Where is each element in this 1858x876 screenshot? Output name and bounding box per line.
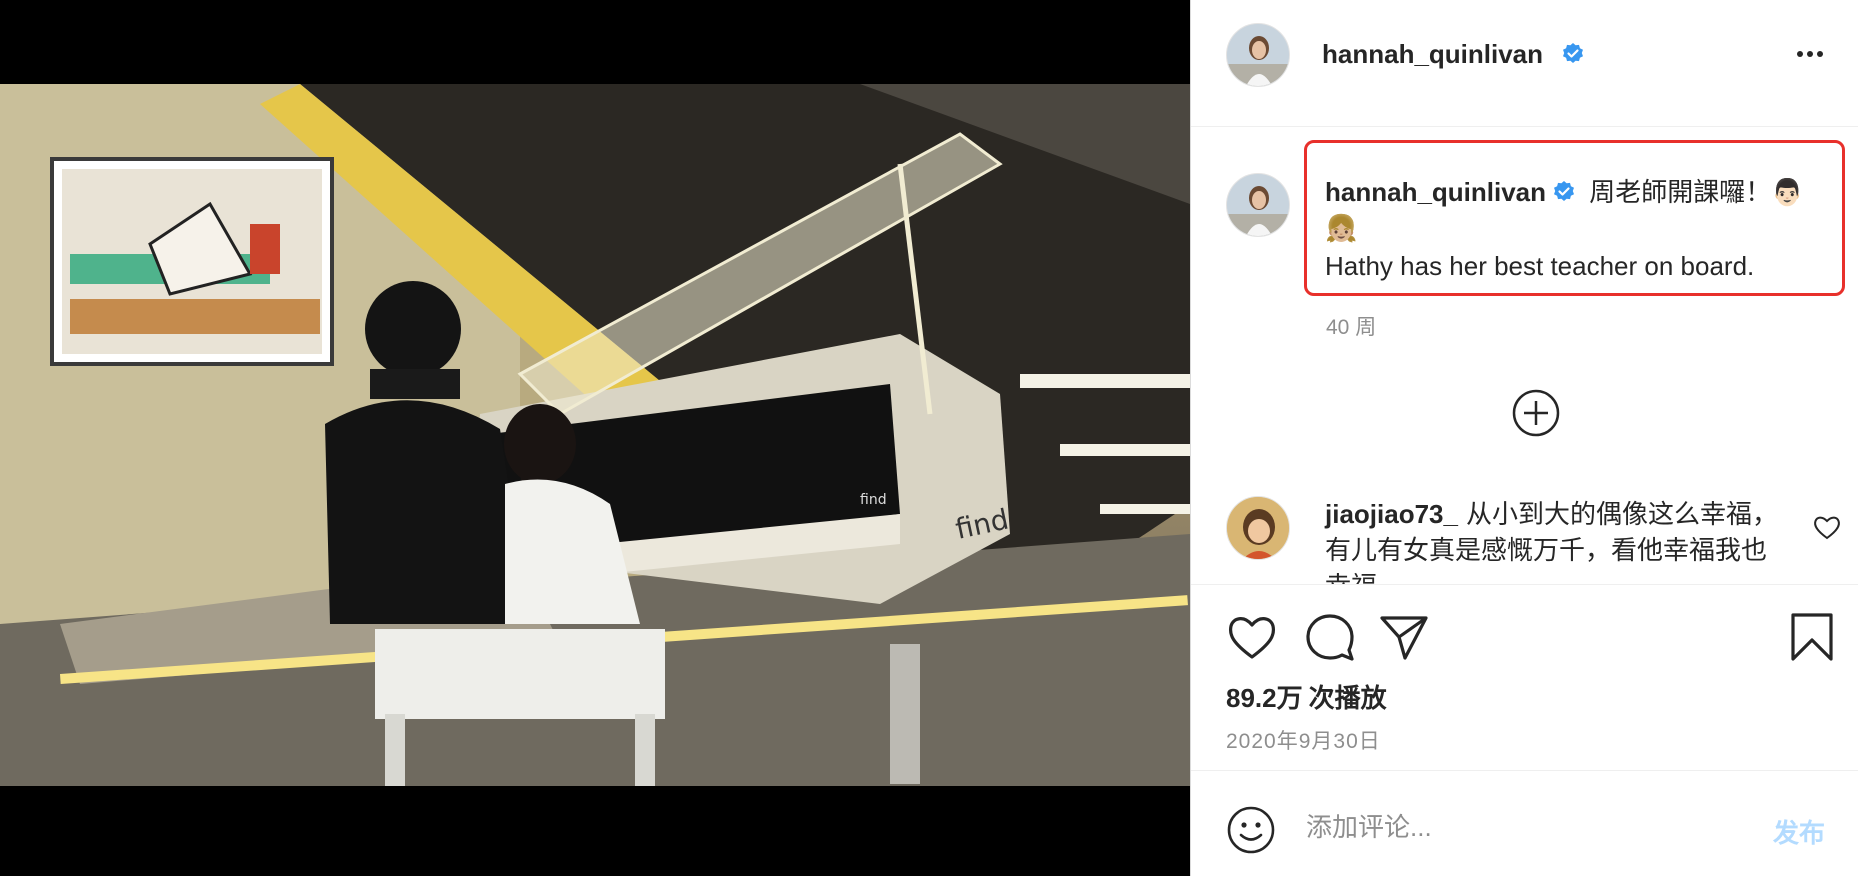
avatar-photo: [1227, 24, 1289, 86]
comments-section: hannah_quinlivan 周老師開課囉！👨🏻👧🏼 Hathy has h…: [1191, 128, 1858, 584]
view-count[interactable]: 89.2万 次播放: [1226, 678, 1387, 715]
post-caption: hannah_quinlivan 周老師開課囉！👨🏻👧🏼 Hathy has h…: [1325, 174, 1825, 284]
media-pane: find find: [0, 0, 1190, 876]
comment-button[interactable]: [1303, 611, 1357, 663]
share-button[interactable]: [1377, 611, 1431, 663]
verified-badge-icon: [1554, 181, 1575, 201]
caption-text-line2: Hathy has her best teacher on board.: [1325, 251, 1755, 281]
comment-like-button[interactable]: [1813, 514, 1841, 540]
share-icon: [1380, 616, 1428, 660]
view-count-unit: 次播放: [1308, 683, 1387, 713]
video-frame-illustration: find find: [0, 84, 1190, 786]
commenter-username[interactable]: jiaojiao73_: [1325, 499, 1458, 529]
more-options-icon: [1795, 51, 1825, 70]
avatar-photo: [1227, 497, 1289, 559]
caption-author-avatar[interactable]: [1226, 173, 1290, 237]
save-button[interactable]: [1785, 611, 1839, 663]
post-date[interactable]: 2020年9月30日: [1226, 725, 1381, 755]
like-button[interactable]: [1225, 611, 1279, 663]
load-more-comments-button[interactable]: [1511, 388, 1561, 438]
load-more-comments-icon: [1512, 389, 1560, 437]
more-options-button[interactable]: [1795, 42, 1835, 66]
commenter-avatar[interactable]: [1226, 496, 1290, 560]
heart-icon: [1228, 617, 1276, 659]
avatar-photo: [1227, 174, 1289, 236]
post-video[interactable]: find find: [0, 84, 1190, 786]
comment-body: jiaojiao73_ 从小到大的偶像这么幸福，有儿有女真是感慨万千，看他幸福我也…: [1325, 496, 1785, 584]
caption-username[interactable]: hannah_quinlivan: [1325, 177, 1546, 207]
post-comment-button[interactable]: 发布: [1773, 813, 1825, 850]
post-details-panel: hannah_quinlivan hannah_quinlivan 周老師開課囉…: [1190, 0, 1858, 876]
author-avatar[interactable]: [1226, 23, 1290, 87]
post-header: hannah_quinlivan: [1191, 0, 1858, 127]
emoji-icon: [1227, 806, 1275, 854]
add-comment-bar: 发布: [1191, 770, 1858, 876]
comment-icon: [1306, 614, 1354, 661]
emoji-picker-button[interactable]: [1226, 805, 1276, 855]
post-actions: 89.2万 次播放 2020年9月30日: [1191, 584, 1858, 770]
view-count-number: 89.2万: [1226, 683, 1303, 713]
author-username[interactable]: hannah_quinlivan: [1322, 39, 1543, 70]
svg-text:find: find: [860, 492, 887, 508]
verified-badge-icon: [1563, 43, 1583, 63]
comment-input[interactable]: [1306, 801, 1746, 853]
caption-timestamp[interactable]: 40 周: [1326, 311, 1376, 341]
bookmark-icon: [1791, 613, 1833, 661]
